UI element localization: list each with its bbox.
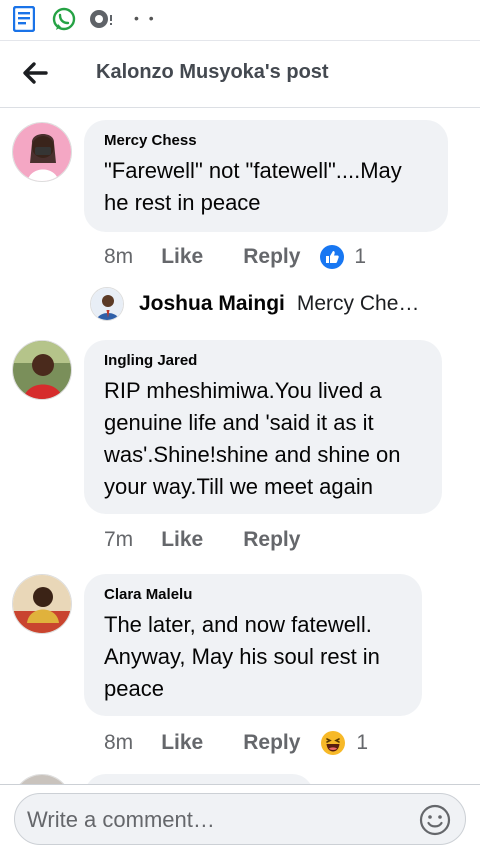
comment-author[interactable]: Clara Malelu xyxy=(104,586,402,603)
comment-composer[interactable] xyxy=(14,793,466,845)
comment-author[interactable]: Ingling Jared xyxy=(104,352,422,369)
comment-text-line: peace xyxy=(104,676,164,701)
reaction-summary[interactable]: 1 xyxy=(320,730,368,756)
arrow-left-icon[interactable] xyxy=(18,55,54,91)
reaction-summary[interactable]: 1 xyxy=(320,245,366,269)
reply-snippet: Mercy Che… xyxy=(296,292,420,315)
comment-actions: 8m Like Reply 1 xyxy=(104,242,366,272)
comment-text-line: "Farewell" not "fatewell"....May xyxy=(104,158,402,183)
avatar-image xyxy=(13,575,71,633)
comment-bubble[interactable] xyxy=(84,774,314,784)
comment-bubble[interactable]: Ingling Jared RIP mheshimiwa.You lived a… xyxy=(84,340,442,514)
avatar[interactable] xyxy=(12,122,72,182)
docs-icon xyxy=(13,6,35,32)
avatar-image xyxy=(91,288,123,320)
haha-reaction-icon xyxy=(321,731,346,755)
comment-time[interactable]: 7m xyxy=(104,528,133,552)
reply-preview[interactable]: Joshua Maingi Mercy Che… xyxy=(90,284,419,324)
like-reaction-icon xyxy=(320,245,345,269)
reply-author[interactable]: Joshua Maingi xyxy=(139,292,285,316)
comment-time[interactable]: 8m xyxy=(104,731,133,755)
comment-text-line: RIP mheshimiwa.You lived a xyxy=(104,378,382,403)
avatar[interactable] xyxy=(90,287,124,321)
reply-button[interactable]: Reply xyxy=(243,245,300,269)
comment-composer-bar xyxy=(0,784,480,854)
comment-text-line: The later, and now fatewell. xyxy=(104,612,372,637)
comment-author[interactable]: Mercy Chess xyxy=(104,132,428,149)
like-button[interactable]: Like xyxy=(161,528,203,552)
reaction-count: 1 xyxy=(354,245,367,268)
comments-feed[interactable]: Mercy Chess "Farewell" not "fatewell"...… xyxy=(0,108,480,784)
reaction-count: 1 xyxy=(356,731,369,754)
comment-text-line: was'.Shine!shine and shine on xyxy=(104,442,401,467)
avatar-image xyxy=(13,341,71,399)
avatar-image xyxy=(13,775,71,784)
status-bar: • • xyxy=(0,0,480,40)
avatar-image xyxy=(13,123,71,181)
comment-text-line: your way.Till we meet again xyxy=(104,474,373,499)
comment-text-line: genuine life and 'said it as it xyxy=(104,410,374,435)
reply-button[interactable]: Reply xyxy=(243,731,300,755)
avatar[interactable] xyxy=(12,340,72,400)
comment-actions: 8m Like Reply 1 xyxy=(104,728,368,758)
post-header: Kalonzo Musyoka's post xyxy=(0,40,480,108)
comment-time[interactable]: 8m xyxy=(104,245,133,269)
avatar[interactable] xyxy=(12,774,72,784)
comment-input[interactable] xyxy=(27,802,407,838)
whatsapp-icon xyxy=(52,7,76,31)
reply-button[interactable]: Reply xyxy=(243,528,300,552)
comment-text-line: he rest in peace xyxy=(104,190,261,215)
comment-bubble[interactable]: Clara Malelu The later, and now fatewell… xyxy=(84,574,422,716)
overflow-dots: • • xyxy=(134,10,157,26)
avatar[interactable] xyxy=(12,574,72,634)
page-title: Kalonzo Musyoka's post xyxy=(96,61,329,83)
message-icon xyxy=(90,10,112,28)
comment-actions: 7m Like Reply xyxy=(104,525,340,555)
like-button[interactable]: Like xyxy=(161,245,203,269)
comment-text-line: Anyway, May his soul rest in xyxy=(104,644,380,669)
like-button[interactable]: Like xyxy=(161,731,203,755)
smiley-icon[interactable] xyxy=(419,804,451,836)
comment-bubble[interactable]: Mercy Chess "Farewell" not "fatewell"...… xyxy=(84,120,448,232)
